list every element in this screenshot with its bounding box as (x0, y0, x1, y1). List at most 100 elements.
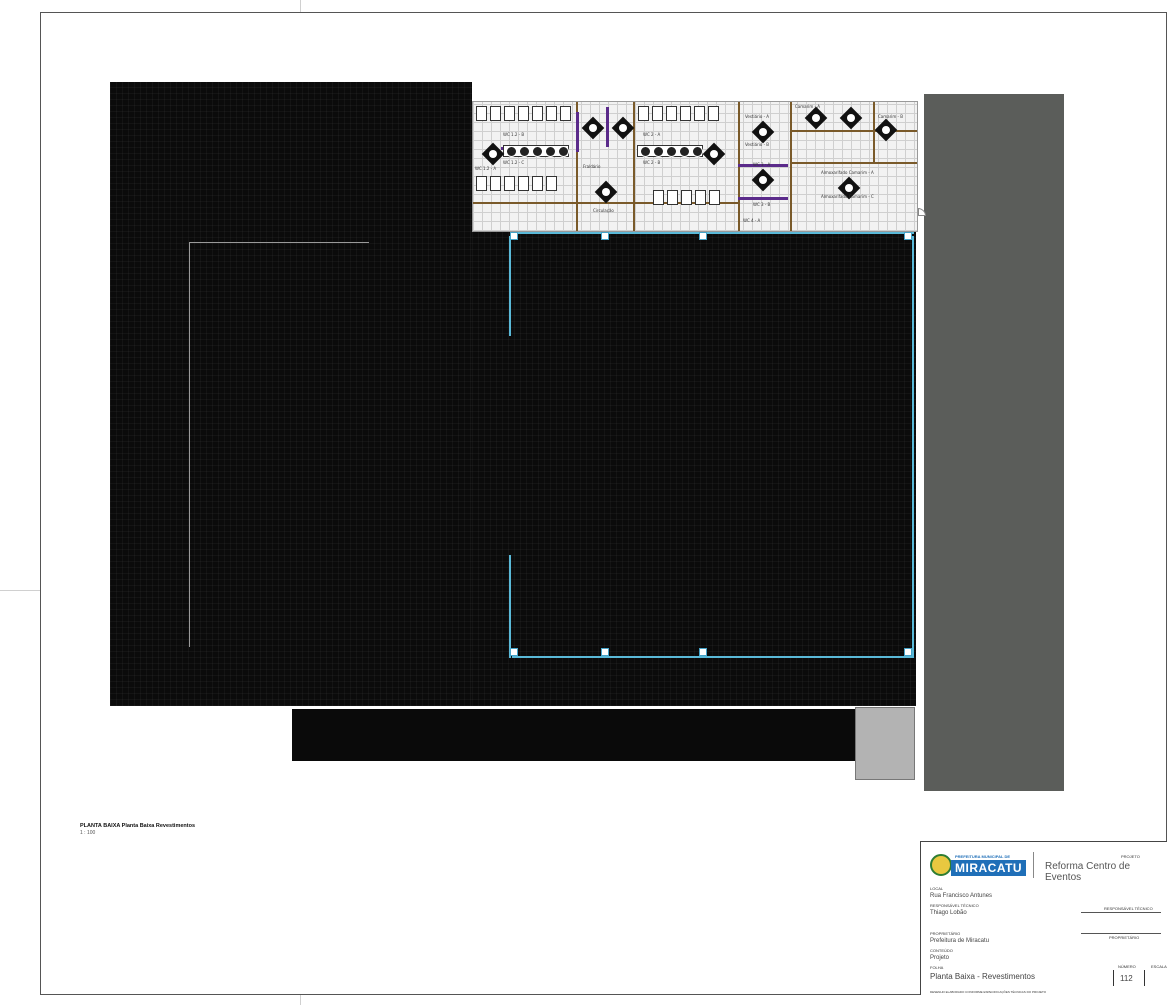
toilet-fixture (490, 106, 501, 121)
toilet-fixture (546, 106, 557, 121)
toilet-fixture (518, 106, 529, 121)
footer-note: Desenho elaborado conforme especificaçõe… (930, 990, 1047, 994)
sink (532, 146, 543, 157)
signature-line (1081, 912, 1161, 913)
selection-handle[interactable] (601, 232, 609, 240)
sheet-name: Planta Baixa - Revestimentos (930, 972, 1035, 981)
responsible-label: Responsável técnico (930, 903, 979, 908)
floor-area-west (110, 82, 472, 706)
toilet-fixture (560, 106, 571, 121)
room-label: Vestiário - A (745, 114, 770, 119)
logo-top-text: PREFEITURA MUNICIPAL DE (955, 854, 1011, 859)
toilet-fixture (476, 106, 487, 121)
sink (640, 146, 651, 157)
sink (692, 146, 703, 157)
wall (791, 130, 917, 132)
divider (1033, 852, 1034, 878)
room-label: WC 4 - A (743, 218, 761, 223)
divider (1113, 970, 1114, 986)
wall (791, 162, 917, 164)
toilet-fixture (708, 106, 719, 121)
wall (873, 102, 875, 162)
wall-partition (738, 197, 788, 200)
adjacent-building (924, 94, 1064, 791)
owner-signature-label: Proprietário (1109, 935, 1140, 940)
room-label: Camarim - B (878, 114, 903, 119)
selection-edge (512, 656, 914, 658)
selection-handle[interactable] (699, 648, 707, 656)
room-label: WC 3 - B (753, 202, 771, 207)
toilet-fixture (652, 106, 663, 121)
room-label: Almoxarifado Camarim - A (821, 170, 874, 175)
finish-tag-icon (751, 168, 775, 192)
sink (666, 146, 677, 157)
toilet-fixture (681, 190, 692, 205)
view-title: PLANTA BAIXA Planta Baixa Revestimentos (80, 823, 196, 829)
sink (558, 146, 569, 157)
sink (679, 146, 690, 157)
toilet-fixture (518, 176, 529, 191)
toilet-fixture (694, 106, 705, 121)
selection-handle[interactable] (510, 648, 518, 656)
toilet-fixture (709, 190, 720, 205)
project-label: Projeto (1121, 854, 1140, 859)
logo-name: MIRACATU (951, 860, 1027, 876)
selection-handle[interactable] (510, 232, 518, 240)
dashed-guide-line (189, 242, 369, 243)
selection-handle[interactable] (601, 648, 609, 656)
title-block: PREFEITURA MUNICIPAL DE MIRACATU Projeto… (920, 841, 1167, 995)
selection-handle[interactable] (699, 232, 707, 240)
room-label: WC 3 - A (753, 162, 771, 167)
exterior-block (855, 707, 915, 780)
finish-tag-icon (611, 116, 635, 140)
crop-mark (300, 995, 301, 1005)
toilet-fixture (666, 106, 677, 121)
room-label: WC 2 - B (643, 160, 661, 165)
wall (738, 102, 740, 231)
sink (519, 146, 530, 157)
selection-edge (512, 232, 914, 234)
owner-value: Prefeitura de Miracatu (930, 938, 990, 944)
finish-tag-icon (839, 106, 863, 130)
toilet-fixture (532, 176, 543, 191)
divider (1144, 970, 1145, 986)
toilet-fixture (638, 106, 649, 121)
sink (653, 146, 664, 157)
selection-edge (509, 236, 511, 336)
room-label: Fraldário (583, 164, 601, 169)
toilet-fixture (695, 190, 706, 205)
finish-tag-icon (702, 142, 726, 166)
room-label: WC 1.2 - B (503, 132, 525, 137)
wall-partition (576, 112, 579, 152)
signature-label: Responsável técnico (1104, 906, 1153, 911)
selection-handle[interactable] (904, 232, 912, 240)
room-label: Camarim - A (795, 104, 820, 109)
finish-tag-icon (581, 116, 605, 140)
exterior-band (292, 709, 855, 761)
floor-plan-strip[interactable]: WC 1.2 - A WC 1.2 - B WC 1.2 - C WC 2 - … (472, 101, 918, 232)
finish-tag-icon (804, 106, 828, 130)
room-label: Circulação (593, 208, 614, 213)
crop-mark (300, 0, 301, 12)
toilet-fixture (546, 176, 557, 191)
toilet-fixture (476, 176, 487, 191)
selection-edge (912, 236, 914, 658)
location-label: Local (930, 886, 944, 891)
toilet-fixture (653, 190, 664, 205)
content-label: Conteúdo (930, 948, 953, 953)
finish-tag-icon (594, 180, 618, 204)
room-label: Almoxarifado Camarim - C (821, 194, 874, 199)
crop-mark (0, 590, 40, 591)
scale-label: Escala (1151, 964, 1167, 969)
sheet-label: Folha (930, 965, 944, 970)
location-value: Rua Francisco Antunes (930, 893, 993, 899)
wall-partition (606, 107, 609, 147)
selection-handle[interactable] (904, 648, 912, 656)
city-crest-icon (930, 854, 952, 876)
room-label: Vestiário - B (745, 142, 770, 147)
sheet-number-label: Número (1118, 964, 1136, 969)
project-name: Reforma Centro de Eventos (1045, 861, 1131, 883)
view-scale: 1 : 100 (80, 830, 96, 836)
finish-tag-icon (751, 120, 775, 144)
toilet-fixture (504, 106, 515, 121)
